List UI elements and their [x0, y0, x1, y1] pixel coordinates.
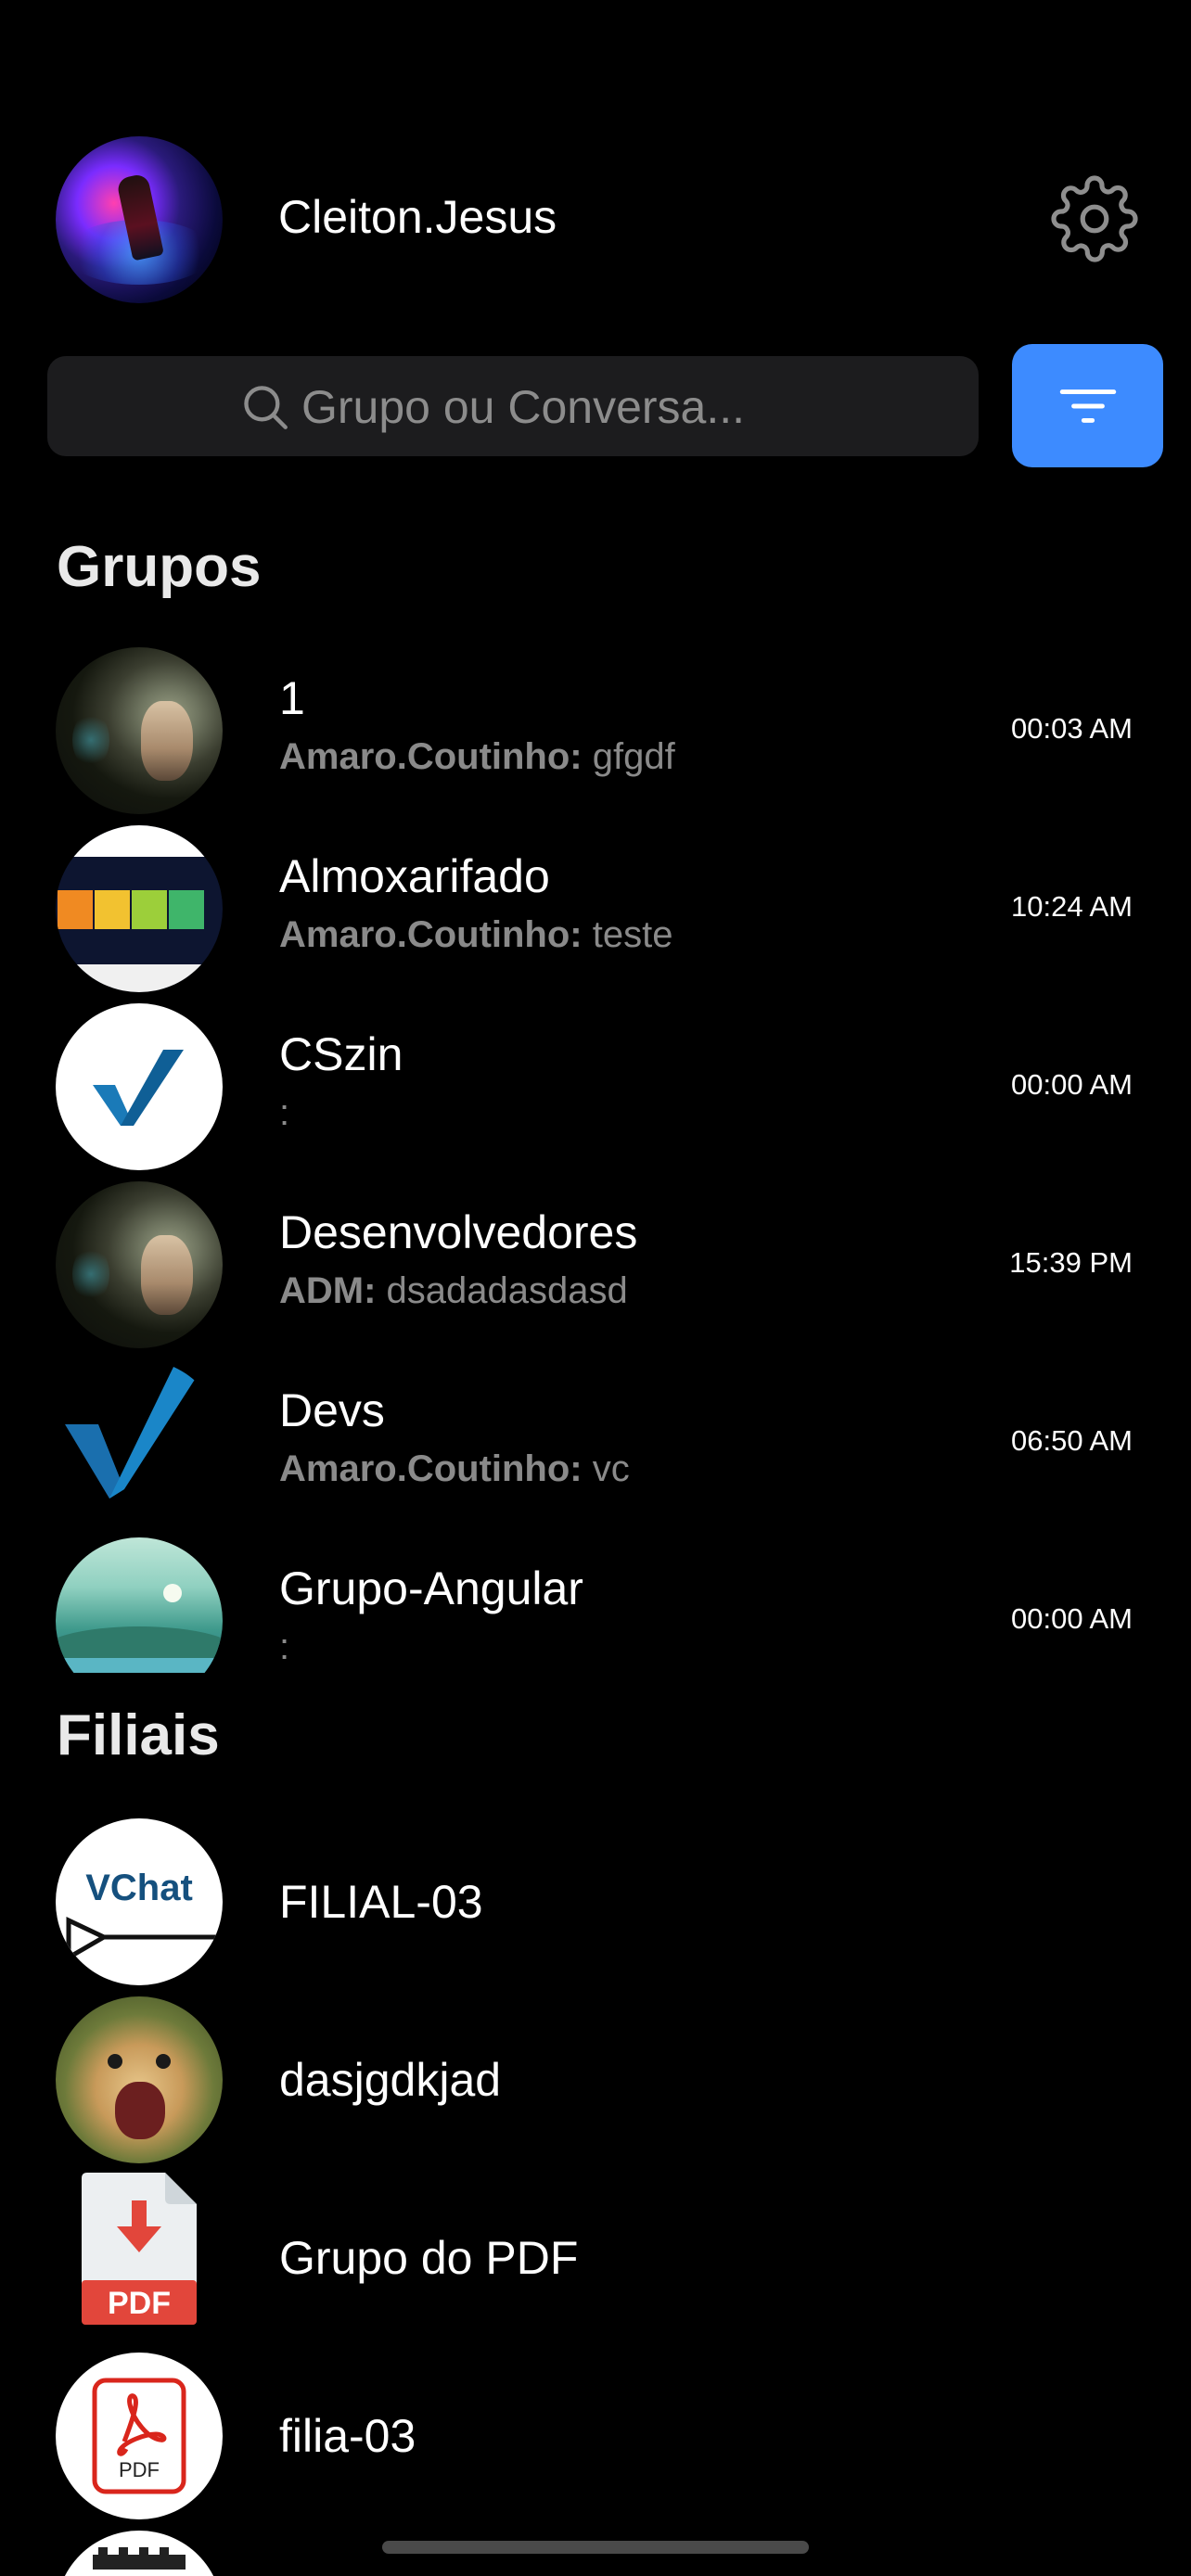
message-time: 10:24 AM	[1011, 890, 1133, 923]
group-name: CSzin	[279, 1028, 403, 1080]
message-time: 00:03 AM	[1011, 712, 1133, 745]
search-icon	[244, 386, 288, 429]
last-message: ADM: dsadadasdasd	[279, 1269, 628, 1313]
group-name: Grupo-Angular	[279, 1562, 583, 1614]
section-title-filiais: Filiais	[57, 1703, 220, 1767]
group-avatar	[56, 1537, 223, 1673]
last-message: Amaro.Coutinho: teste	[279, 912, 672, 957]
groups-list: 1 Amaro.Coutinho: gfgdf 00:03 AM Almoxar…	[0, 642, 1191, 1673]
vchat-logo-icon: VChat	[66, 1868, 221, 1962]
message-time: 00:00 AM	[1011, 1602, 1133, 1635]
last-message: :	[279, 1090, 289, 1135]
filial-avatar: VChat	[56, 1818, 223, 1985]
group-name: Desenvolvedores	[279, 1206, 638, 1258]
filial-avatar	[56, 2531, 223, 2576]
filial-name: filia-03	[279, 2410, 416, 2462]
vchat-logo-text: VChat	[85, 1868, 193, 1908]
filial-avatar	[56, 1996, 223, 2163]
filial-avatar: PDF	[56, 2173, 223, 2341]
v-logo-icon	[65, 1365, 204, 1498]
chat-list-screen: Cleiton.Jesus Grupos 1	[0, 0, 1191, 2576]
message-sender: Amaro.Coutinho:	[279, 736, 583, 777]
search-bar	[47, 356, 979, 456]
message-time: 06:50 AM	[1011, 1424, 1133, 1457]
group-avatar	[56, 1003, 223, 1170]
pdf-badge-text: PDF	[119, 2458, 160, 2481]
filial-name: FILIAL-03	[279, 1876, 483, 1928]
filial-row[interactable]: PDF filia-03	[0, 2347, 1191, 2525]
profile-header: Cleiton.Jesus	[0, 130, 1191, 315]
filial-name: Grupo do PDF	[279, 2232, 579, 2284]
section-title-groups: Grupos	[57, 535, 262, 599]
message-text: :	[279, 1626, 290, 1667]
group-name: 1	[279, 672, 305, 724]
search-input[interactable]	[300, 373, 953, 441]
filial-name: dasjgdkjad	[279, 2054, 502, 2106]
group-name: Almoxarifado	[279, 850, 550, 902]
message-time: 00:00 AM	[1011, 1068, 1133, 1101]
message-text: vc	[592, 1448, 630, 1489]
acrobat-pdf-icon: PDF	[92, 2378, 186, 2494]
filial-row[interactable]: VChat FILIAL-03	[0, 1813, 1191, 1991]
message-sender: Amaro.Coutinho:	[279, 914, 583, 955]
user-avatar[interactable]	[56, 136, 223, 303]
settings-button[interactable]	[1050, 174, 1139, 263]
gear-icon	[1051, 175, 1138, 262]
group-name: Devs	[279, 1384, 385, 1436]
message-sender: ADM:	[279, 1270, 377, 1311]
message-time: 15:39 PM	[1009, 1246, 1133, 1279]
message-text: teste	[592, 914, 673, 955]
message-sender: Amaro.Coutinho:	[279, 1448, 583, 1489]
pdf-badge-text: PDF	[108, 2286, 171, 2321]
group-row[interactable]: Devs Amaro.Coutinho: vc 06:50 AM	[0, 1354, 1191, 1532]
last-message: Amaro.Coutinho: vc	[279, 1447, 630, 1491]
v-logo-icon	[93, 1050, 184, 1126]
group-avatar	[56, 1181, 223, 1348]
filial-avatar: PDF	[56, 2353, 223, 2519]
seal-icon	[93, 2547, 186, 2570]
last-message: Amaro.Coutinho: gfgdf	[279, 734, 675, 779]
pdf-file-icon: PDF	[82, 2173, 197, 2325]
group-row[interactable]: Almoxarifado Amaro.Coutinho: teste 10:24…	[0, 820, 1191, 998]
home-indicator[interactable]	[382, 2541, 809, 2554]
username: Cleiton.Jesus	[278, 191, 557, 243]
filial-row[interactable]: dasjgdkjad	[0, 1991, 1191, 2169]
filial-row[interactable]: PDF Grupo do PDF	[0, 2169, 1191, 2347]
group-avatar	[56, 825, 223, 992]
group-row[interactable]: 1 Amaro.Coutinho: gfgdf 00:03 AM	[0, 642, 1191, 820]
group-row[interactable]: Grupo-Angular : 00:00 AM	[0, 1532, 1191, 1673]
group-row[interactable]: CSzin : 00:00 AM	[0, 998, 1191, 1176]
group-avatar	[56, 647, 223, 814]
filiais-list: VChat FILIAL-03 dasjgdkjad PDF Grupo do …	[0, 1813, 1191, 2576]
message-text: :	[279, 1092, 290, 1133]
group-avatar	[56, 1359, 223, 1526]
group-row[interactable]: Desenvolvedores ADM: dsadadasdasd 15:39 …	[0, 1176, 1191, 1354]
last-message: :	[279, 1625, 289, 1669]
message-text: dsadadasdasd	[386, 1270, 628, 1311]
filter-icon	[1059, 389, 1117, 423]
filter-button[interactable]	[1012, 344, 1163, 467]
message-text: gfgdf	[592, 736, 675, 777]
